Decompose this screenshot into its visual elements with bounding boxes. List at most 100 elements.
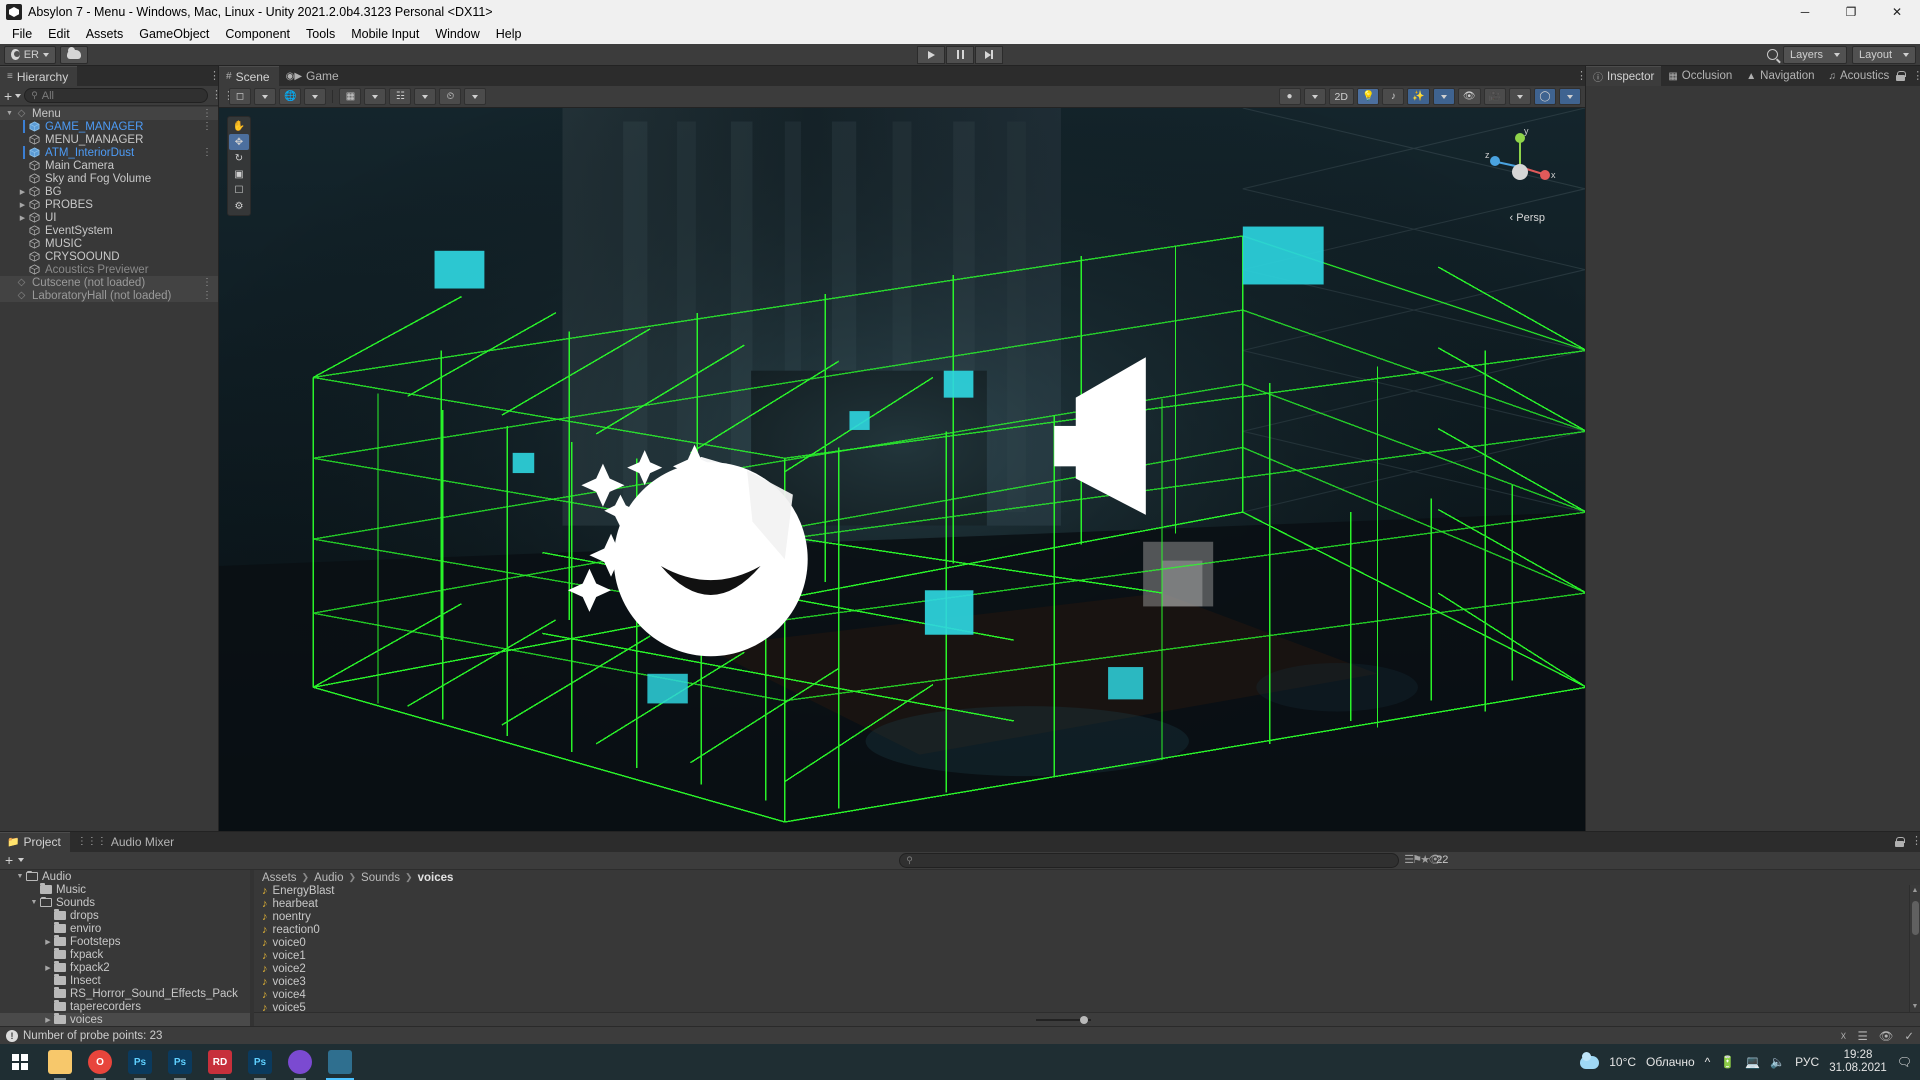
project-file-hearbeat[interactable]: ♪ hearbeat (262, 898, 1909, 911)
scroll-up-icon[interactable]: ▲ (1910, 885, 1920, 896)
project-scrollbar[interactable]: ▲ ▼ (1909, 884, 1920, 1013)
component-tools-dropdown[interactable] (464, 88, 487, 105)
tab-project[interactable]: 📁 Project (0, 832, 70, 852)
expand-arrow-icon[interactable]: ▶ (17, 201, 28, 209)
tab-hierarchy[interactable]: ≡ Hierarchy (0, 66, 78, 86)
taskbar-rider-ide[interactable]: RD (200, 1044, 240, 1080)
scene-visibility-toggle[interactable]: 👁 (1457, 88, 1481, 105)
tab-audio-mixer[interactable]: ⋮⋮⋮ Audio Mixer (69, 832, 184, 852)
hierarchy-item-acoustics-previewer[interactable]: Acoustics Previewer (0, 263, 218, 276)
taskbar-chat-app[interactable] (280, 1044, 320, 1080)
chevron-down-icon[interactable] (15, 93, 22, 98)
hierarchy-item-menu-manager[interactable]: MENU_MANAGER (0, 133, 218, 146)
play-button[interactable] (917, 45, 945, 64)
expand-arrow-icon[interactable]: ▶ (42, 938, 54, 946)
tab-navigation[interactable]: ▲ Navigation (1739, 66, 1822, 86)
scene-fx-toggle[interactable]: ✨ (1407, 88, 1430, 105)
expand-arrow-icon[interactable]: ▼ (14, 873, 26, 880)
project-file-voice4[interactable]: ♪ voice4 (262, 989, 1909, 1002)
kebab-menu-icon[interactable]: ⋮ (202, 290, 218, 300)
project-folder-insect[interactable]: Insect (0, 974, 250, 987)
scene-lighting-toggle[interactable]: 💡 (1356, 88, 1380, 105)
project-folder-audio[interactable]: ▼ Audio (0, 870, 250, 883)
maximize-button[interactable]: ❐ (1828, 0, 1874, 24)
search-filter-favorite-icon[interactable]: ★ (1420, 854, 1430, 865)
taskbar-file-explorer[interactable] (40, 1044, 80, 1080)
project-file-voice3[interactable]: ♪ voice3 (262, 976, 1909, 989)
expand-arrow-icon[interactable]: ▼ (28, 899, 40, 906)
gizmos-toggle[interactable]: ◯ (1534, 88, 1556, 105)
menu-window[interactable]: Window (427, 25, 487, 43)
menu-assets[interactable]: Assets (78, 25, 132, 43)
visibility-icon[interactable]: 👁 (1879, 1029, 1894, 1043)
tab-game[interactable]: ◉▶ Game (278, 66, 348, 86)
search-filter-type-icon[interactable]: ☰ (1404, 854, 1414, 865)
minimize-button[interactable]: ─ (1782, 0, 1828, 24)
account-button[interactable]: ER (4, 45, 56, 64)
language-indicator[interactable]: РУС (1795, 1055, 1819, 1069)
project-file-voice2[interactable]: ♪ voice2 (262, 963, 1909, 976)
hierarchy-item-laboratoryhall-not-loaded[interactable]: ◇ LaboratoryHall (not loaded) ⋮ (0, 289, 218, 302)
kebab-menu-icon[interactable]: ⋮ (1576, 70, 1587, 81)
expand-arrow-icon[interactable]: ▶ (17, 214, 28, 222)
tab-scene[interactable]: # Scene (219, 66, 279, 86)
hierarchy-item-sky-and-fog-volume[interactable]: Sky and Fog Volume (0, 172, 218, 185)
kebab-menu-icon[interactable]: ⋮ (1912, 70, 1920, 81)
taskbar-unity-editor[interactable] (320, 1044, 360, 1080)
scale-tool[interactable]: ▣ (229, 166, 249, 182)
kebab-menu-icon[interactable]: ⋮ (202, 147, 218, 157)
collab-icon[interactable]: ☰ (1857, 1029, 1867, 1043)
perspective-label[interactable]: ‹ Persp (1510, 212, 1545, 224)
hierarchy-item-cutscene-not-loaded[interactable]: ◇ Cutscene (not loaded) ⋮ (0, 276, 218, 289)
draw-mode-button[interactable]: 🌐 (279, 88, 302, 105)
component-tools-button[interactable]: ⏲ (439, 88, 462, 105)
menu-component[interactable]: Component (217, 25, 298, 43)
taskbar-photoshop-2[interactable]: Ps (160, 1044, 200, 1080)
kebab-menu-icon[interactable]: ⋮ (209, 70, 220, 81)
hierarchy-item-music[interactable]: MUSIC (0, 237, 218, 250)
kebab-menu-icon[interactable]: ⋮ (202, 277, 218, 287)
rect-tool[interactable]: ☐ (229, 182, 249, 198)
project-folder-voices[interactable]: ▶ voices (0, 1013, 250, 1026)
grid-snap-dropdown[interactable] (414, 88, 437, 105)
layout-dropdown[interactable]: Layout (1852, 45, 1916, 64)
project-file-energyblast[interactable]: ♪ EnergyBlast (262, 885, 1909, 898)
grid-visibility-button[interactable]: ▦ (339, 88, 362, 105)
hierarchy-item-ui[interactable]: ▶ UI (0, 211, 218, 224)
project-file-voice1[interactable]: ♪ voice1 (262, 950, 1909, 963)
search-filter-label-icon[interactable]: ⚑ (1412, 854, 1422, 865)
tab-acoustics[interactable]: ♫ Acoustics (1821, 66, 1897, 86)
create-asset-button[interactable]: + (5, 853, 13, 867)
expand-arrow-icon[interactable]: ▼ (4, 110, 15, 117)
project-folder-rs-horror-sound-effects-pack[interactable]: RS_Horror_Sound_Effects_Pack (0, 987, 250, 1000)
gizmos-dropdown[interactable] (1559, 88, 1581, 105)
hierarchy-item-probes[interactable]: ▶ PROBES (0, 198, 218, 211)
shading-mode-button[interactable]: ◻ (229, 88, 251, 105)
project-folder-enviro[interactable]: enviro (0, 922, 250, 935)
scene-shading-dropdown[interactable] (1303, 88, 1326, 105)
project-folder-fxpack[interactable]: fxpack (0, 948, 250, 961)
hierarchy-item-game-manager[interactable]: GAME_MANAGER ⋮ (0, 120, 218, 133)
taskbar-opera-browser[interactable]: O (80, 1044, 120, 1080)
lock-icon[interactable] (1895, 836, 1905, 847)
draw-mode-dropdown[interactable] (304, 88, 327, 105)
grid-snap-button[interactable]: ☷ (389, 88, 412, 105)
weather-temperature[interactable]: 10°C (1609, 1055, 1636, 1069)
volume-icon[interactable]: 🔈 (1770, 1055, 1785, 1069)
kebab-menu-icon[interactable]: ⋮ (202, 108, 218, 118)
project-file-voice5[interactable]: ♪ voice5 (262, 1002, 1909, 1012)
scene-camera-dropdown[interactable] (1509, 88, 1531, 105)
scene-shading-toggle[interactable]: ● (1278, 88, 1301, 105)
project-folder-tree[interactable]: ▼ Audio Music ▼ Sounds drops enviro ▶ Footsteps f… (0, 870, 250, 1026)
close-button[interactable]: ✕ (1874, 0, 1920, 24)
project-folder-taperecorders[interactable]: taperecorders (0, 1000, 250, 1013)
project-file-reaction0[interactable]: ♪ reaction0 (262, 924, 1909, 937)
step-button[interactable] (975, 45, 1003, 64)
scene-viewport[interactable]: ✋ ✥ ↻ ▣ ☐ ⚙ y x z ‹ Persp (219, 108, 1585, 831)
scene-audio-toggle[interactable]: ♪ (1382, 88, 1405, 105)
check-icon[interactable]: ✓ (1904, 1029, 1914, 1043)
tab-occlusion[interactable]: ▦ Occlusion (1661, 66, 1740, 86)
clock[interactable]: 19:28 31.08.2021 (1829, 1049, 1887, 1075)
project-folder-music[interactable]: Music (0, 883, 250, 896)
menu-tools[interactable]: Tools (298, 25, 343, 43)
